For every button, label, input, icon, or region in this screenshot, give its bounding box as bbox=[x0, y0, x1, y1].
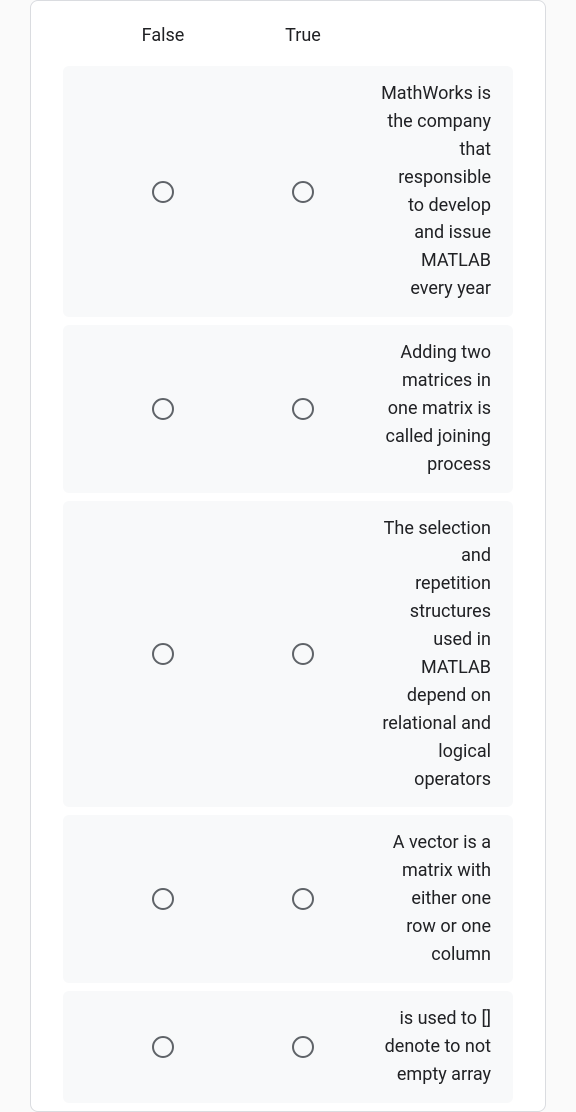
radio-col-true bbox=[233, 398, 373, 420]
radio-false-4[interactable] bbox=[152, 1036, 174, 1058]
radio-true-3[interactable] bbox=[292, 888, 314, 910]
radio-true-1[interactable] bbox=[292, 398, 314, 420]
radio-false-2[interactable] bbox=[152, 643, 174, 665]
question-row: is used to [] denote to not empty array bbox=[63, 991, 513, 1103]
header-false: False bbox=[93, 25, 233, 46]
question-text: MathWorks is the company that responsibl… bbox=[373, 80, 495, 303]
radio-col-false bbox=[93, 398, 233, 420]
question-text: The selection and repetition structures … bbox=[373, 515, 495, 794]
question-row: The selection and repetition structures … bbox=[63, 501, 513, 808]
question-row: MathWorks is the company that responsibl… bbox=[63, 66, 513, 317]
radio-col-true bbox=[233, 181, 373, 203]
radio-col-true bbox=[233, 888, 373, 910]
quiz-card: False True MathWorks is the company that… bbox=[30, 0, 546, 1112]
radio-col-true bbox=[233, 1036, 373, 1058]
radio-col-true bbox=[233, 643, 373, 665]
radio-col-false bbox=[93, 181, 233, 203]
radio-false-3[interactable] bbox=[152, 888, 174, 910]
radio-col-false bbox=[93, 643, 233, 665]
question-row: A vector is a matrix with either one row… bbox=[63, 815, 513, 982]
question-row: Adding two matrices in one matrix is cal… bbox=[63, 325, 513, 492]
question-text: is used to [] denote to not empty array bbox=[373, 1005, 495, 1089]
radio-col-false bbox=[93, 888, 233, 910]
radio-col-false bbox=[93, 1036, 233, 1058]
radio-false-0[interactable] bbox=[152, 181, 174, 203]
radio-true-0[interactable] bbox=[292, 181, 314, 203]
question-text: A vector is a matrix with either one row… bbox=[373, 829, 495, 968]
header-true: True bbox=[233, 25, 373, 46]
header-row: False True bbox=[31, 1, 545, 66]
radio-true-4[interactable] bbox=[292, 1036, 314, 1058]
question-text: Adding two matrices in one matrix is cal… bbox=[373, 339, 495, 478]
radio-false-1[interactable] bbox=[152, 398, 174, 420]
radio-true-2[interactable] bbox=[292, 643, 314, 665]
